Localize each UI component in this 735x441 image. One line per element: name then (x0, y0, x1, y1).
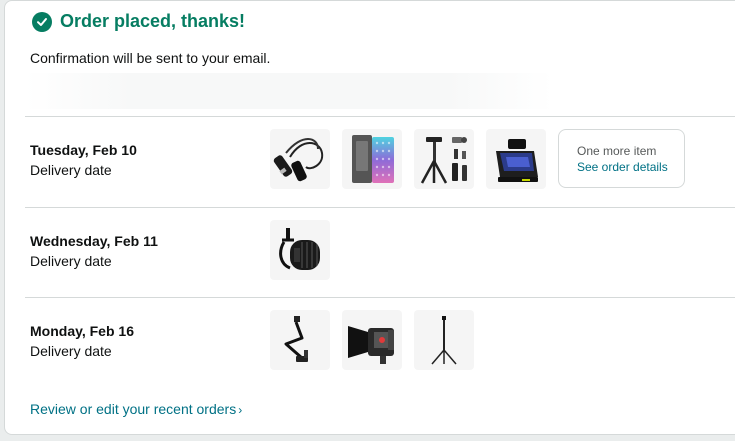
check-circle-icon (32, 11, 52, 32)
review-orders-link-text: Review or edit your recent orders (30, 401, 237, 417)
divider (25, 297, 735, 298)
order-confirmation-card: Order placed, thanks! Confirmation will … (4, 0, 735, 435)
delivery-date: Monday, Feb 16 (30, 323, 134, 339)
delivery-group: Tuesday, Feb 10 Delivery date One more i… (25, 129, 735, 199)
review-orders-link[interactable]: Review or edit your recent orders › (30, 401, 242, 417)
loading-placeholder (25, 73, 553, 109)
delivery-date-label: Delivery date (30, 253, 112, 269)
product-thumbnail-podcast-microphone[interactable] (270, 220, 330, 280)
product-thumbnail-rgb-led-light-panel[interactable] (342, 129, 402, 189)
delivery-group: Monday, Feb 16 Delivery date (25, 310, 735, 380)
delivery-group: Wednesday, Feb 11 Delivery date (25, 220, 735, 290)
see-order-details-link[interactable]: See order details (577, 160, 684, 174)
product-thumbnail-mic-boom-arm[interactable] (270, 310, 330, 370)
confirmation-title: Order placed, thanks! (60, 11, 246, 31)
chevron-right-icon: › (238, 403, 243, 417)
confirmation-subtitle: Confirmation will be sent to your email. (30, 50, 271, 66)
product-thumbnail-light-stand[interactable] (414, 310, 474, 370)
confirmation-header: Order placed, thanks! (32, 11, 245, 32)
divider (25, 116, 735, 117)
product-thumbnail-video-light[interactable] (342, 310, 402, 370)
divider (25, 207, 735, 208)
delivery-date-label: Delivery date (30, 162, 112, 178)
more-items-text: One more item (577, 144, 657, 158)
more-items-card[interactable]: One more item See order details (558, 129, 685, 188)
product-thumbnail-xlr-cable[interactable] (270, 129, 330, 189)
product-thumbnail-camera-tripod-kit[interactable] (414, 129, 474, 189)
delivery-date-label: Delivery date (30, 343, 112, 359)
product-thumbnail-teleprompter[interactable] (486, 129, 546, 189)
delivery-date: Wednesday, Feb 11 (30, 233, 158, 249)
delivery-date: Tuesday, Feb 10 (30, 142, 137, 158)
